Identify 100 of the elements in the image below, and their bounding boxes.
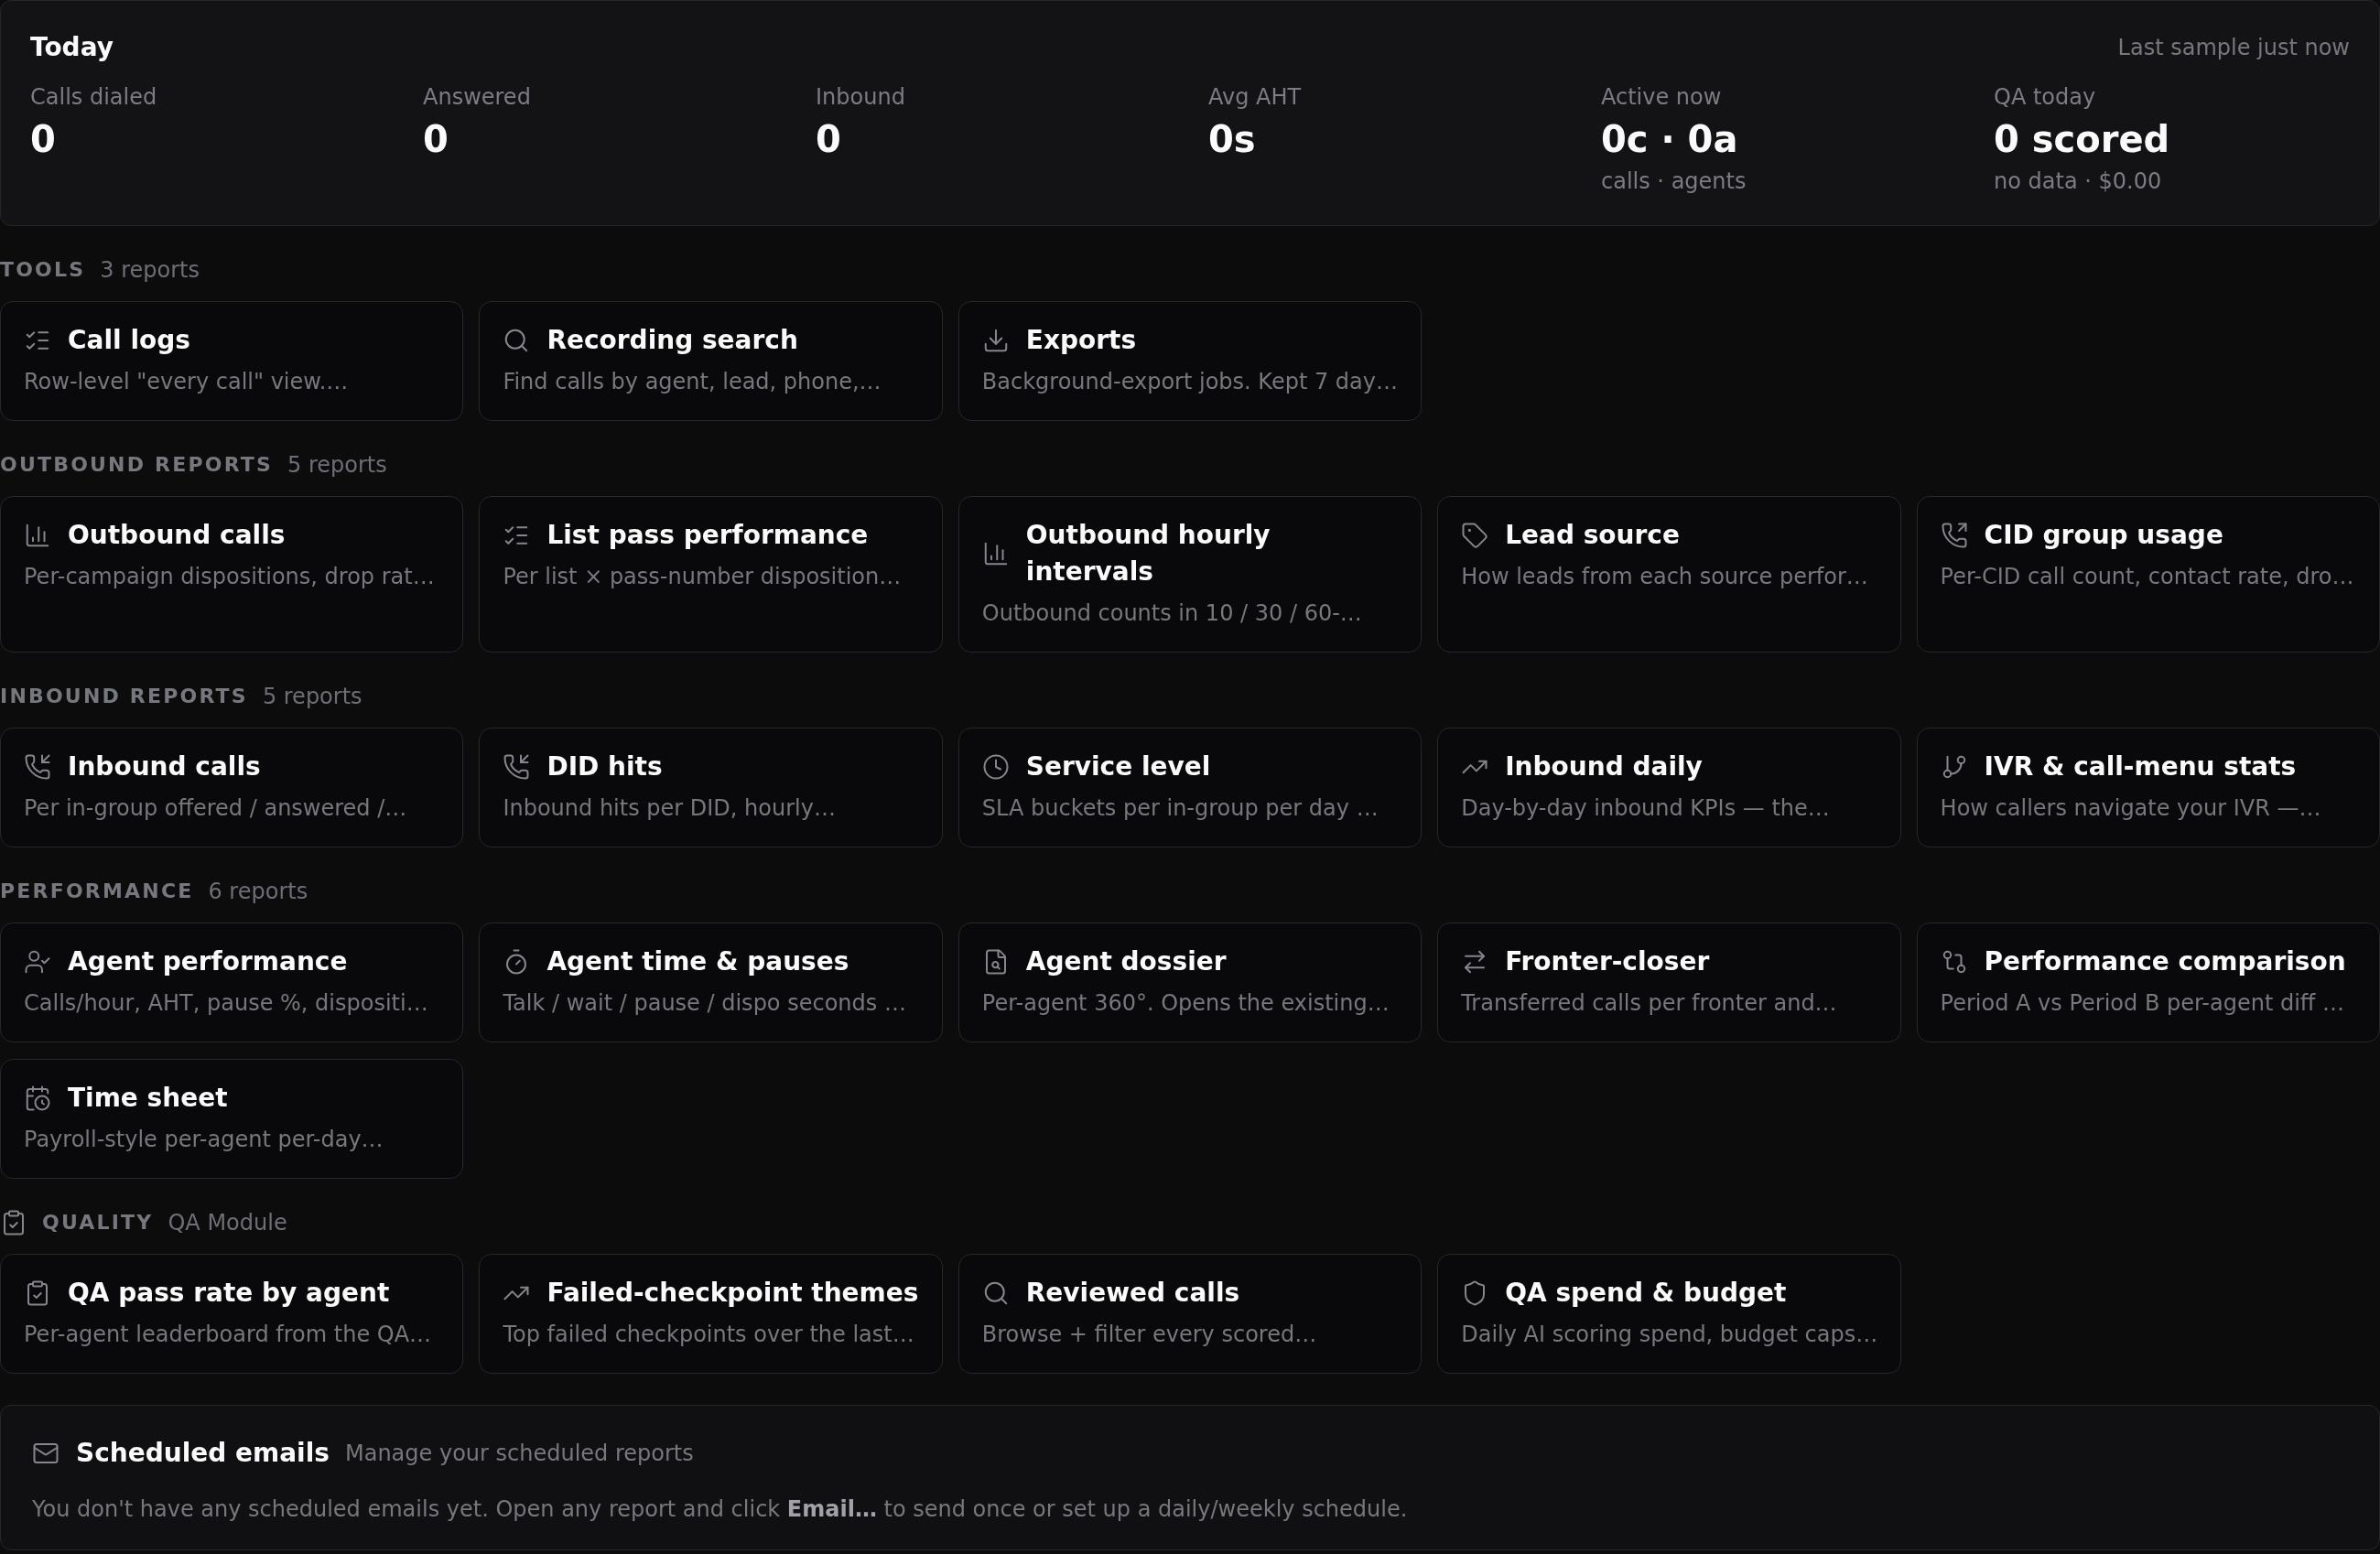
report-card[interactable]: IVR & call-menu stats How callers navigate your IVR —…	[1916, 728, 2380, 847]
report-title: List pass performance	[546, 519, 869, 552]
outgoing-call-icon	[1940, 522, 1968, 549]
report-description: Find calls by agent, lead, phone,…	[503, 368, 882, 396]
report-card[interactable]: Lead source How leads from each source perfor…	[1437, 496, 1901, 653]
report-card[interactable]: QA spend & budget Daily AI scoring spend, budget caps…	[1437, 1254, 1901, 1374]
report-title: Performance comparison	[1984, 945, 2346, 978]
section-subtitle: 5 reports	[262, 683, 362, 711]
report-card[interactable]: Call logs Row-level "every call" view.…	[0, 301, 464, 421]
clock-icon	[981, 753, 1010, 781]
stat-value: 0c · 0a	[1601, 117, 1739, 161]
report-card[interactable]: Service level SLA buckets per in-group per day …	[957, 728, 1423, 847]
section-title: INBOUND REPORTS	[0, 684, 248, 709]
section-title: TOOLS	[0, 257, 86, 283]
bar-chart-icon	[24, 522, 51, 549]
report-description: Transferred calls per fronter and…	[1461, 989, 1838, 1018]
report-description: Per in-group offered / answered /…	[24, 794, 408, 823]
report-card[interactable]: CID group usage Per-CID call count, contact rate, dro…	[1916, 496, 2380, 653]
stat-label: QA today	[1994, 83, 2097, 112]
calendar-clock-icon	[24, 1085, 51, 1112]
empty-message: You don't have any scheduled emails yet. Open any report and click Email… to send once or set up a daily/weekly schedule.	[32, 1495, 1409, 1524]
section-title: OUTBOUND REPORTS	[0, 452, 274, 478]
report-title: Outbound calls	[68, 519, 286, 552]
report-title: Lead source	[1505, 519, 1680, 552]
report-description: How leads from each source perfor…	[1461, 563, 1869, 591]
report-description: Browse + filter every scored…	[981, 1321, 1318, 1349]
report-description: Talk / wait / pause / dispo seconds …	[503, 989, 907, 1018]
report-description: How callers navigate your IVR —…	[1940, 794, 2322, 823]
user-check-icon	[24, 948, 51, 976]
report-card[interactable]: Exports Background-export jobs. Kept 7 day…	[957, 301, 1423, 421]
panel-subtitle: Manage your scheduled reports	[344, 1440, 694, 1468]
stat-label: Active now	[1601, 83, 1723, 112]
incoming-call-icon	[503, 753, 531, 781]
stat-label: Calls dialed	[30, 83, 158, 112]
report-card[interactable]: Performance comparison Period A vs Period B per-agent diff …	[1916, 923, 2380, 1042]
report-description: Day-by-day inbound KPIs — the…	[1461, 794, 1831, 823]
report-card[interactable]: Fronter-closer Transferred calls per fronter and…	[1437, 923, 1901, 1042]
section-subtitle: QA Module	[168, 1209, 287, 1237]
stat-value: 0	[30, 117, 57, 161]
report-description: Top failed checkpoints over the last…	[503, 1321, 915, 1349]
stat-label: Answered	[423, 83, 532, 112]
report-description: SLA buckets per in-group per day …	[981, 794, 1379, 823]
report-description: Per-CID call count, contact rate, dro…	[1940, 563, 2355, 591]
report-description: Per-agent leaderboard from the QA…	[24, 1321, 433, 1349]
report-description: Per-agent 360°. Opens the existing…	[981, 989, 1390, 1018]
report-card[interactable]: Time sheet Payroll-style per-agent per-day…	[0, 1059, 464, 1179]
section-subtitle: 6 reports	[208, 878, 308, 906]
report-card[interactable]: Reviewed calls Browse + filter every scored…	[957, 1254, 1423, 1374]
stat-caption: calls · agents	[1601, 167, 1747, 196]
stat-label: Avg AHT	[1208, 83, 1303, 112]
report-description: Background-export jobs. Kept 7 day…	[981, 368, 1399, 396]
stat-value: 0 scored	[1994, 117, 2171, 161]
report-description: Period A vs Period B per-agent diff …	[1940, 989, 2345, 1018]
report-description: Row-level "every call" view.…	[24, 368, 350, 396]
panel-title: Scheduled emails	[76, 1437, 330, 1470]
report-title: Time sheet	[68, 1082, 228, 1115]
report-title: Service level	[1025, 750, 1211, 783]
report-title: CID group usage	[1984, 519, 2223, 552]
stat-caption: no data · $0.00	[1994, 167, 2163, 196]
report-description: Per list × pass-number disposition…	[503, 563, 903, 591]
report-card[interactable]: QA pass rate by agent Per-agent leaderboard from the QA…	[0, 1254, 464, 1374]
report-card[interactable]: Inbound calls Per in-group offered / answered /…	[0, 728, 464, 847]
report-card[interactable]: Outbound hourly intervals Outbound counts in 10 / 30 / 60-…	[957, 496, 1423, 653]
stat-value: 0s	[1208, 117, 1257, 161]
section-subtitle: 3 reports	[100, 256, 200, 285]
report-title: Call logs	[68, 324, 190, 357]
report-description: Daily AI scoring spend, budget caps…	[1461, 1321, 1879, 1349]
report-title: Exports	[1025, 324, 1137, 357]
report-card[interactable]: List pass performance Per list × pass-number disposition…	[479, 496, 943, 653]
section-title: PERFORMANCE	[0, 879, 194, 904]
report-title: IVR & call-menu stats	[1984, 750, 2297, 783]
last-sample-text: Last sample just now	[2117, 34, 2350, 62]
panel-title: Today	[30, 31, 114, 64]
report-title: Outbound hourly intervals	[1025, 519, 1271, 588]
report-title: Inbound calls	[68, 750, 261, 783]
tag-icon	[1461, 522, 1489, 549]
report-description: Payroll-style per-agent per-day…	[24, 1126, 384, 1154]
stat-value: 0	[816, 117, 842, 161]
report-description: Outbound counts in 10 / 30 / 60-…	[981, 599, 1363, 628]
report-card[interactable]: DID hits Inbound hits per DID, hourly…	[479, 728, 943, 847]
incoming-call-icon	[24, 753, 51, 781]
report-title: Agent dossier	[1025, 945, 1227, 978]
stat-label: Inbound	[816, 83, 906, 112]
report-title: Agent time & pauses	[546, 945, 849, 978]
report-title: DID hits	[546, 750, 663, 783]
report-card[interactable]: Outbound calls Per-campaign dispositions, drop rat…	[0, 496, 464, 653]
report-card[interactable]: Failed-checkpoint themes Top failed checkpoints over the last…	[479, 1254, 943, 1374]
report-title: QA spend & budget	[1505, 1277, 1787, 1310]
report-card[interactable]: Agent performance Calls/hour, AHT, pause %, dispositi…	[0, 923, 464, 1042]
report-description: Inbound hits per DID, hourly…	[503, 794, 837, 823]
report-title: Inbound daily	[1505, 750, 1703, 783]
section-title: QUALITY	[42, 1210, 154, 1236]
report-title: QA pass rate by agent	[68, 1277, 390, 1310]
report-title: Recording search	[546, 324, 798, 357]
stat-value: 0	[423, 117, 449, 161]
report-card[interactable]: Inbound daily Day-by-day inbound KPIs — the…	[1437, 728, 1901, 847]
report-card[interactable]: Agent dossier Per-agent 360°. Opens the existing…	[957, 923, 1423, 1042]
report-card[interactable]: Agent time & pauses Talk / wait / pause / dispo seconds …	[479, 923, 943, 1042]
report-description: Per-campaign dispositions, drop rat…	[24, 563, 436, 591]
report-card[interactable]: Recording search Find calls by agent, lead, phone,…	[479, 301, 943, 421]
